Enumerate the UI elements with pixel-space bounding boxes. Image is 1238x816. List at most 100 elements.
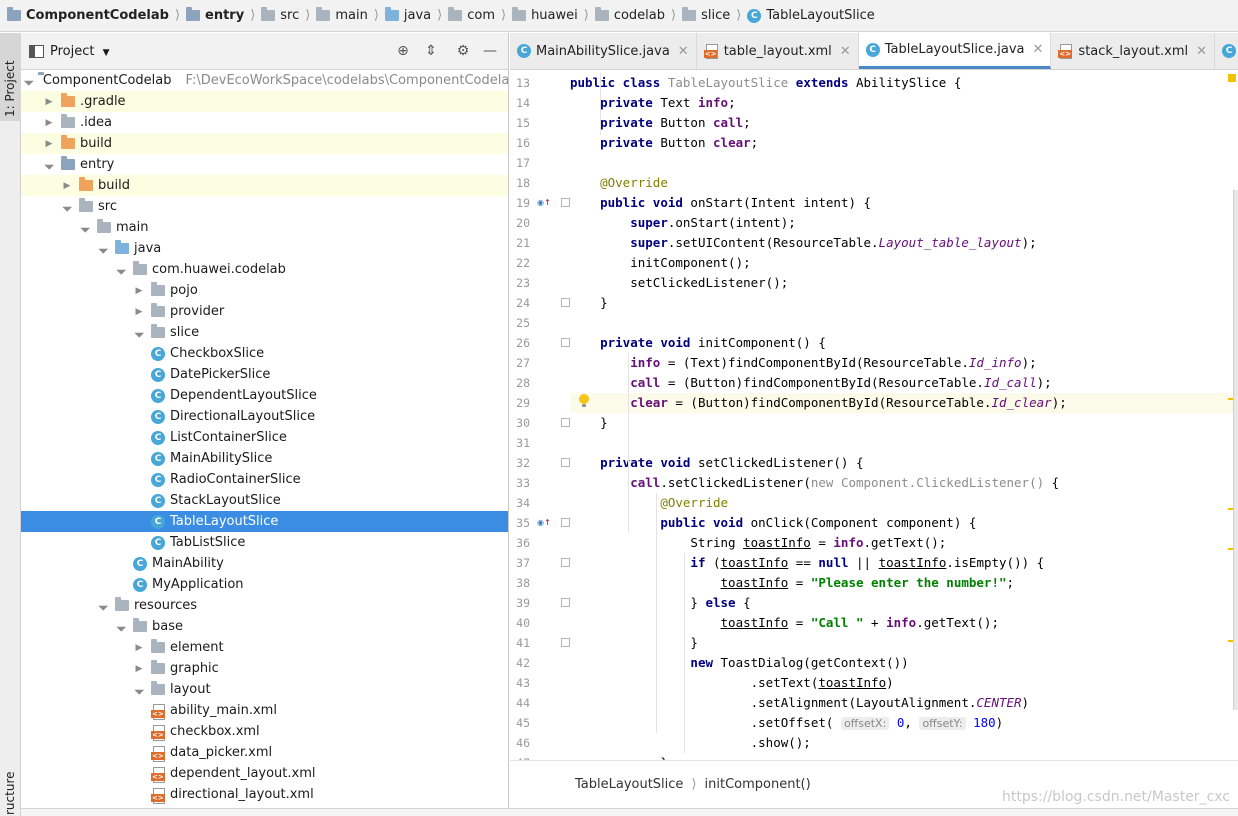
tree-item[interactable]: ▶ .idea: [21, 112, 508, 133]
horizontal-scrollbar[interactable]: [21, 808, 1238, 816]
editor-tab[interactable]: stack_layout.xml ✕: [1051, 33, 1216, 69]
expand-arrow-icon[interactable]: ◢: [95, 598, 111, 614]
tree-item[interactable]: ▶ pojo: [21, 280, 508, 301]
fold-marker-icon[interactable]: [561, 198, 570, 207]
expand-arrow-icon[interactable]: ◢: [77, 220, 93, 236]
collapse-all-icon[interactable]: ⇕: [423, 43, 439, 59]
editor-breadcrumb-method[interactable]: initComponent(): [705, 777, 811, 792]
tree-item[interactable]: ▶ element: [21, 637, 508, 658]
fold-marker-icon[interactable]: [561, 598, 570, 607]
gear-icon[interactable]: ⚙: [455, 43, 471, 59]
close-icon[interactable]: ✕: [1033, 42, 1044, 57]
collapse-arrow-icon[interactable]: ▶: [43, 118, 55, 128]
structure-tool-tab[interactable]: ructure: [0, 771, 21, 816]
tree-item[interactable]: ◢ slice: [21, 322, 508, 343]
editor-tab[interactable]: C MainAbilitySlice.java ✕: [510, 33, 697, 69]
tree-item[interactable]: data_picker.xml: [21, 742, 508, 763]
expand-arrow-icon[interactable]: ◢: [113, 619, 129, 635]
tree-item[interactable]: ◢ entry: [21, 154, 508, 175]
code-area[interactable]: 13 14 15 16 17 18 19 ◉↑ 20 21 22 23 24 25 26 27 28 29 30 31…: [510, 70, 1238, 760]
tree-item[interactable]: ▶ graphic: [21, 658, 508, 679]
expand-arrow-icon[interactable]: ◢: [22, 75, 34, 87]
expand-arrow-icon[interactable]: ◢: [59, 199, 75, 215]
tree-item[interactable]: ▶ .gradle: [21, 91, 508, 112]
expand-arrow-icon[interactable]: ◢: [131, 325, 147, 341]
tree-item[interactable]: C MainAbilitySlice: [21, 448, 508, 469]
tree-item[interactable]: C CheckboxSlice: [21, 343, 508, 364]
source-folder-icon: [115, 240, 129, 254]
tree-item[interactable]: C MainAbility: [21, 553, 508, 574]
tree-item[interactable]: C ListContainerSlice: [21, 427, 508, 448]
collapse-arrow-icon[interactable]: ▶: [133, 664, 145, 674]
tree-item[interactable]: checkbox.xml: [21, 721, 508, 742]
breadcrumb-item[interactable]: codelab: [594, 0, 665, 31]
tree-item[interactable]: ability_main.xml: [21, 700, 508, 721]
breadcrumb-item[interactable]: ComponentCodelab: [7, 0, 169, 31]
collapse-arrow-icon[interactable]: ▶: [43, 139, 55, 149]
tree-item[interactable]: ◢ layout: [21, 679, 508, 700]
vertical-scrollbar[interactable]: [1233, 190, 1238, 710]
expand-arrow-icon[interactable]: ◢: [41, 157, 57, 173]
breadcrumb-item[interactable]: huawei: [512, 0, 578, 31]
close-icon[interactable]: ✕: [678, 44, 689, 59]
editor-tab[interactable]: table_layout.xml ✕: [697, 33, 859, 69]
override-marker-icon[interactable]: ◉↑: [537, 518, 551, 527]
tree-item[interactable]: ▶ provider: [21, 301, 508, 322]
breadcrumb-item[interactable]: slice: [682, 0, 730, 31]
editor-breadcrumb-class[interactable]: TableLayoutSlice: [575, 777, 683, 792]
fold-marker-icon[interactable]: [561, 518, 570, 527]
tree-item[interactable]: C DirectionalLayoutSlice: [21, 406, 508, 427]
breadcrumb-item[interactable]: C TableLayoutSlice: [747, 0, 875, 31]
expand-arrow-icon[interactable]: ◢: [131, 682, 147, 698]
editor-tab[interactable]: CStackLa: [1215, 33, 1238, 69]
tree-item[interactable]: C DatePickerSlice: [21, 364, 508, 385]
breadcrumb-item[interactable]: com: [448, 0, 495, 31]
tree-item[interactable]: directional_layout.xml: [21, 784, 508, 805]
locate-target-icon[interactable]: ⊕: [395, 43, 411, 59]
project-tool-tab[interactable]: 1: Project: [0, 33, 21, 121]
tree-item[interactable]: ▶ build: [21, 133, 508, 154]
fold-marker-icon[interactable]: [561, 558, 570, 567]
breadcrumb-item[interactable]: entry: [186, 0, 244, 31]
override-marker-icon[interactable]: ◉↑: [537, 198, 551, 207]
fold-marker-icon[interactable]: [561, 638, 570, 647]
tree-item[interactable]: ◢ ComponentCodelab F:\DevEcoWorkSpace\code…: [21, 70, 508, 91]
collapse-arrow-icon[interactable]: ▶: [133, 643, 145, 653]
inspection-status-icon[interactable]: [1228, 74, 1236, 82]
tree-item[interactable]: ◢ com.huawei.codelab: [21, 259, 508, 280]
expand-arrow-icon[interactable]: ◢: [113, 262, 129, 278]
collapse-arrow-icon[interactable]: ▶: [133, 286, 145, 296]
fold-marker-icon[interactable]: [561, 418, 570, 427]
intention-bulb-icon[interactable]: [579, 394, 589, 407]
tree-item[interactable]: ◢ base: [21, 616, 508, 637]
tree-item[interactable]: ◢ src: [21, 196, 508, 217]
tree-item[interactable]: C StackLayoutSlice: [21, 490, 508, 511]
tree-item[interactable]: ◢ resources: [21, 595, 508, 616]
tree-item[interactable]: C TabListSlice: [21, 532, 508, 553]
collapse-arrow-icon[interactable]: ▶: [61, 181, 73, 191]
tree-item[interactable]: C RadioContainerSlice: [21, 469, 508, 490]
tree-item[interactable]: ◢ main: [21, 217, 508, 238]
breadcrumb-item[interactable]: java: [384, 0, 431, 31]
tree-item[interactable]: ◢ java: [21, 238, 508, 259]
editor-tab[interactable]: C TableLayoutSlice.java ✕: [858, 33, 1052, 69]
collapse-arrow-icon[interactable]: ▶: [43, 97, 55, 107]
fold-marker-icon[interactable]: [561, 298, 570, 307]
expand-arrow-icon[interactable]: ◢: [95, 241, 111, 257]
fold-marker-icon[interactable]: [561, 458, 570, 467]
fold-marker-icon[interactable]: [561, 338, 570, 347]
close-icon[interactable]: ✕: [840, 44, 851, 59]
tree-item[interactable]: C MyApplication: [21, 574, 508, 595]
close-icon[interactable]: ✕: [1196, 44, 1207, 59]
tree-item[interactable]: C DependentLayoutSlice: [21, 385, 508, 406]
tree-item[interactable]: ▶ build: [21, 175, 508, 196]
code-line: if (toastInfo == null || toastInfo.isEmp…: [690, 555, 1045, 570]
breadcrumb-item[interactable]: src: [261, 0, 299, 31]
code-text[interactable]: public class TableLayoutSlice extends Ab…: [570, 70, 1228, 760]
collapse-arrow-icon[interactable]: ▶: [133, 307, 145, 317]
project-view-dropdown[interactable]: Project ▼: [50, 44, 110, 59]
tree-item[interactable]: dependent_layout.xml: [21, 763, 508, 784]
tree-item[interactable]: C TableLayoutSlice: [21, 511, 508, 532]
breadcrumb-item[interactable]: main: [316, 0, 368, 31]
minimize-icon[interactable]: —: [482, 43, 498, 59]
